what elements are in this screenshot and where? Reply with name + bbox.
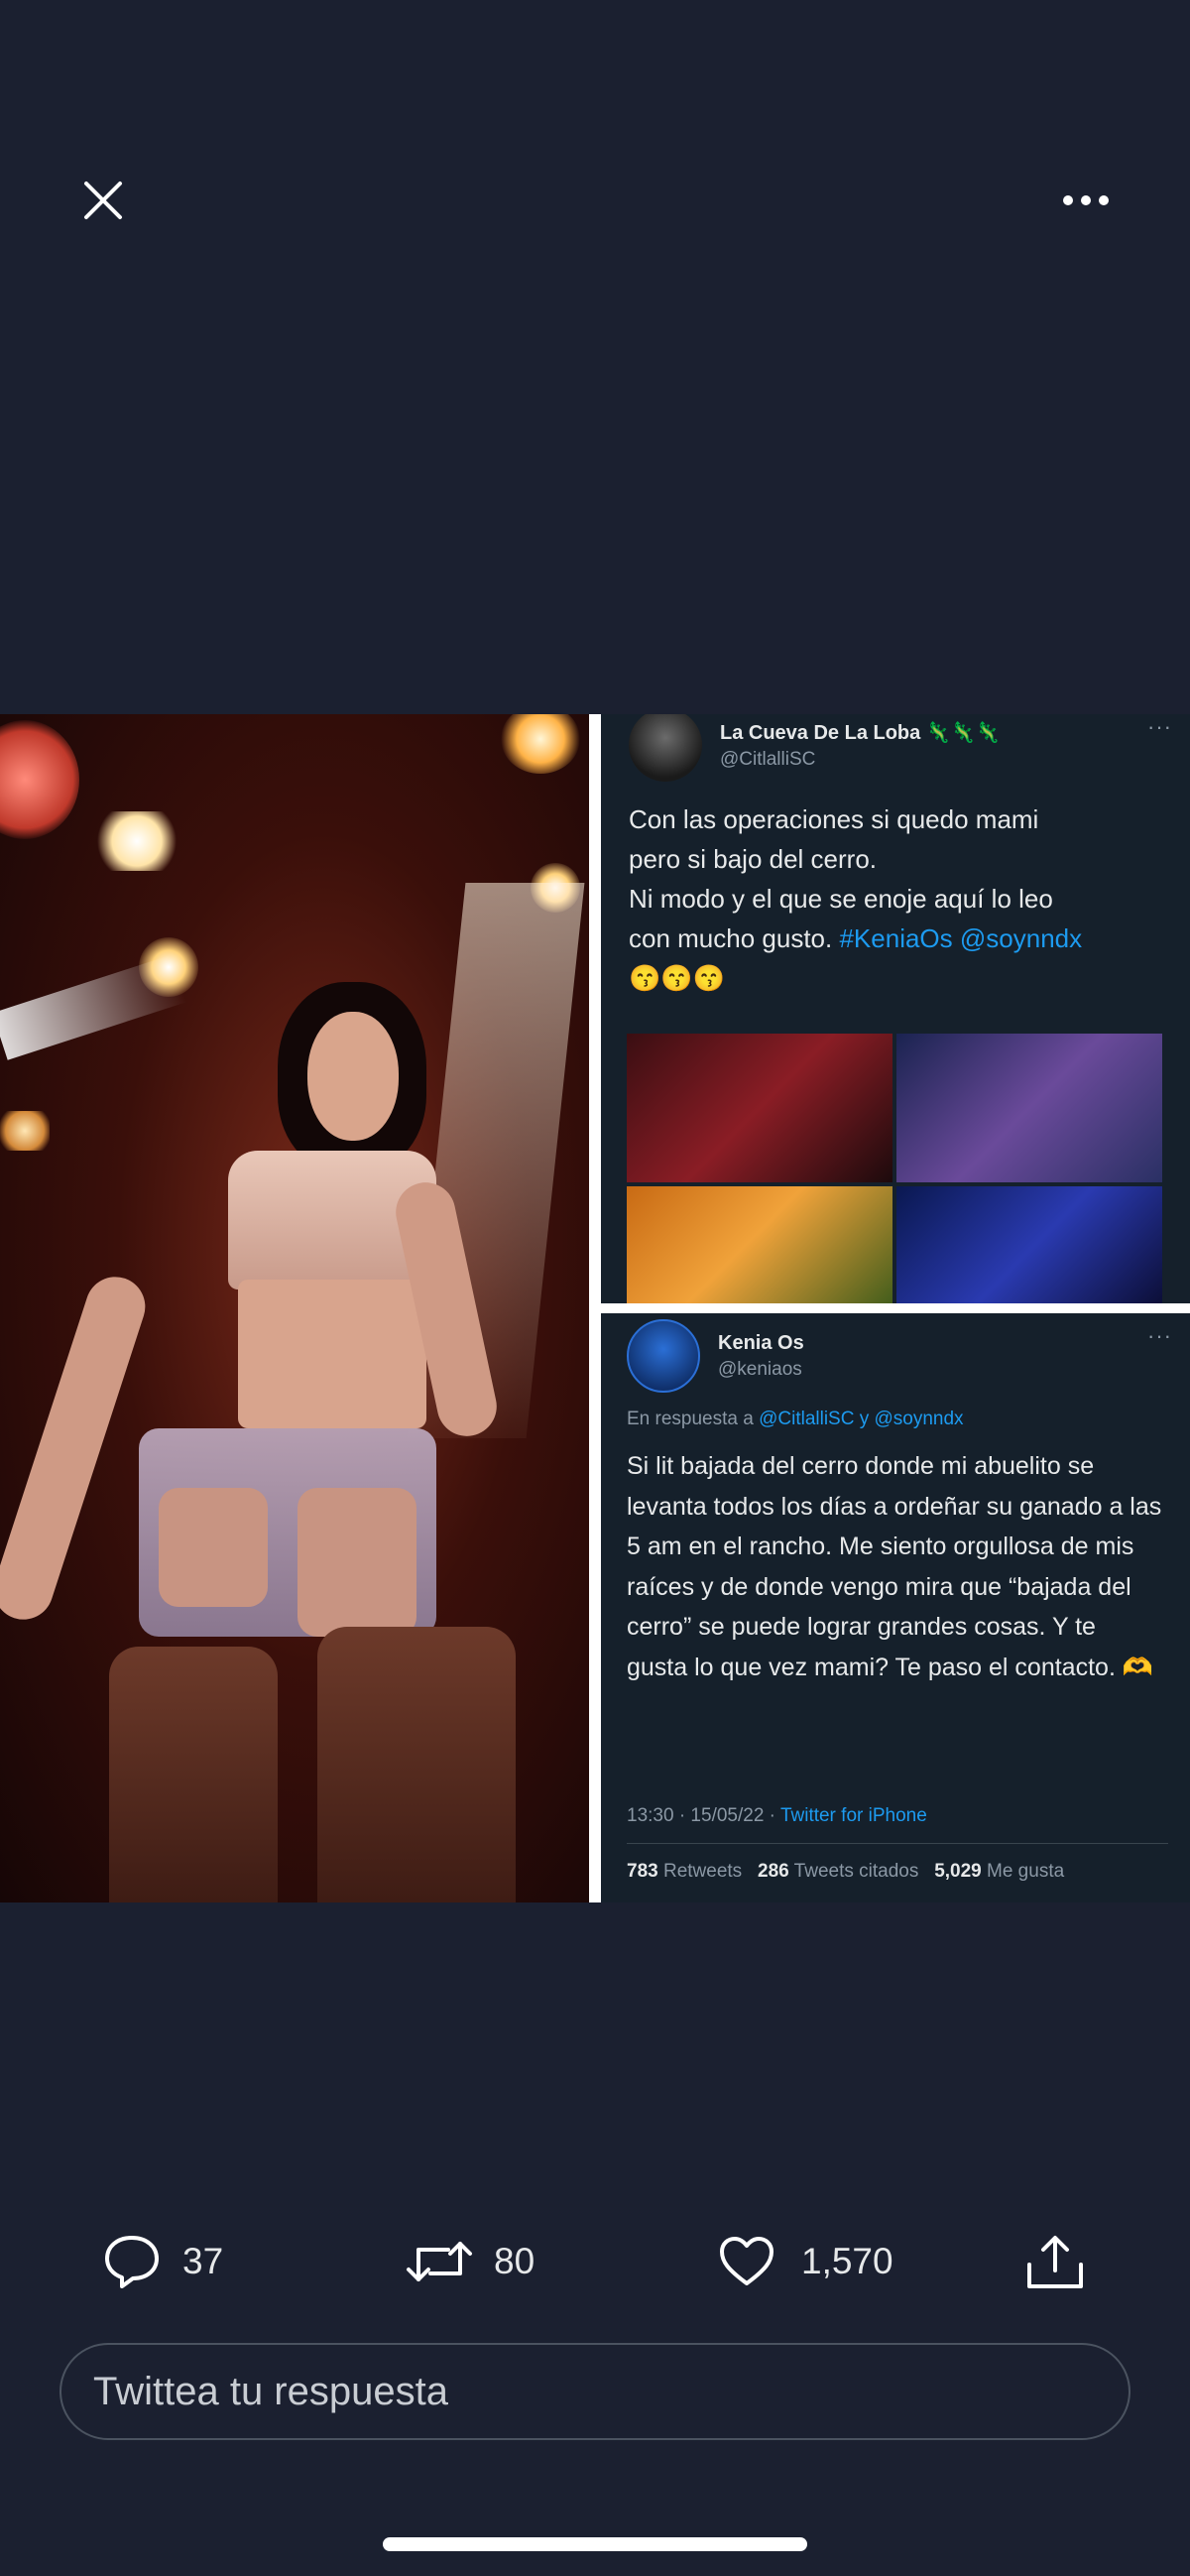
more-options-button[interactable] (1051, 169, 1121, 232)
tweet-text: Si lit bajada del cerro donde mi abuelit… (627, 1452, 1162, 1681)
tweet-timestamp: 13:30 · 15/05/22 · Twitter for iPhone (627, 1805, 927, 1826)
home-indicator[interactable] (383, 2537, 807, 2551)
retweet-count: 80 (494, 2241, 536, 2281)
tweet-more-icon: ··· (1147, 1323, 1172, 1348)
reply-placeholder: Twittea tu respuesta (93, 2369, 448, 2413)
like-count: 1,570 (801, 2241, 893, 2281)
tweet-image-grid (627, 1034, 1162, 1303)
share-icon (1027, 2236, 1083, 2288)
embedded-tweet-1: La Cueva De La Loba 🦎🦎🦎 @CitlalliSC ··· … (601, 714, 1190, 1303)
reply-context: En respuesta a @CitlalliSC y @soynndx (627, 1409, 964, 1429)
tweet-author-name: La Cueva De La Loba 🦎🦎🦎 (720, 721, 1001, 744)
tweet-author-handle: @CitlalliSC (720, 748, 816, 770)
tweet-stats: 783 Retweets 286 Tweets citados 5,029 Me… (627, 1861, 1065, 1882)
tweet-media-image[interactable]: La Cueva De La Loba 🦎🦎🦎 @CitlalliSC ··· … (0, 714, 1190, 1902)
like-button[interactable]: 1,570 (718, 2224, 893, 2299)
retweet-button[interactable]: 80 (405, 2224, 535, 2299)
reply-count: 37 (182, 2241, 224, 2281)
concert-photo (0, 714, 589, 1902)
close-icon (84, 182, 122, 219)
tweet-more-icon: ··· (1147, 714, 1172, 739)
avatar (627, 1319, 700, 1393)
reply-icon (105, 2236, 159, 2288)
share-button[interactable] (1021, 2224, 1089, 2299)
like-icon (720, 2237, 774, 2285)
avatar (629, 714, 702, 782)
reply-input[interactable]: Twittea tu respuesta (60, 2343, 1130, 2440)
close-button[interactable] (71, 169, 135, 232)
hashtag-link: #KeniaOs (839, 923, 953, 953)
tweet-author-handle: @keniaos (718, 1358, 802, 1380)
tweet-author-name: Kenia Os (718, 1331, 804, 1354)
embedded-tweet-2: Kenia Os @keniaos ··· En respuesta a @Ci… (601, 1313, 1190, 1902)
mention-link: @soynndx (959, 923, 1083, 953)
tweet-text: Con las operaciones si quedo mami pero s… (629, 804, 1083, 993)
retweet-icon (407, 2242, 472, 2281)
more-icon (1063, 195, 1109, 205)
reply-button[interactable]: 37 (103, 2224, 223, 2299)
